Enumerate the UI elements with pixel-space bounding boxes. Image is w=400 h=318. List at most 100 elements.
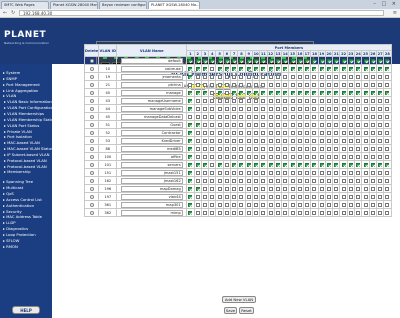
port-member-checkbox[interactable] (305, 122, 310, 127)
port-member-checkbox[interactable] (232, 122, 237, 127)
port-member-checkbox[interactable] (283, 186, 288, 191)
port-member-checkbox[interactable] (232, 98, 237, 103)
port-member-checkbox[interactable] (217, 82, 222, 87)
port-member-checkbox[interactable] (188, 178, 193, 183)
port-member-checkbox[interactable] (356, 194, 361, 199)
port-member-checkbox[interactable] (356, 210, 361, 215)
port-member-checkbox[interactable] (210, 202, 215, 207)
port-member-checkbox[interactable] (254, 130, 259, 135)
port-member-checkbox[interactable] (239, 146, 244, 151)
port-member-checkbox[interactable] (385, 162, 390, 167)
port-member-checkbox[interactable] (217, 146, 222, 151)
port-member-checkbox[interactable] (224, 66, 229, 71)
port-member-checkbox[interactable] (341, 98, 346, 103)
sidebar-item[interactable]: ▸ VLAN Membership Status (4, 117, 55, 122)
port-member-checkbox[interactable] (232, 154, 237, 159)
port-member-checkbox[interactable] (334, 114, 339, 119)
delete-checkbox[interactable] (89, 162, 94, 167)
vlan-name-input[interactable]: manageUsername (120, 97, 183, 104)
port-member-checkbox[interactable] (275, 186, 280, 191)
port-member-checkbox[interactable] (319, 66, 324, 71)
port-member-checkbox[interactable] (268, 154, 273, 159)
port-member-checkbox[interactable] (268, 178, 273, 183)
port-member-checkbox[interactable] (312, 154, 317, 159)
port-member-checkbox[interactable] (210, 146, 215, 151)
port-member-checkbox[interactable] (378, 186, 383, 191)
port-member-checkbox[interactable] (385, 194, 390, 199)
port-member-checkbox[interactable] (275, 74, 280, 79)
vlan-name-input[interactable]: Jmast162 (120, 177, 183, 184)
port-member-checkbox[interactable] (283, 106, 288, 111)
delete-checkbox[interactable] (89, 154, 94, 159)
port-member-checkbox[interactable] (254, 178, 259, 183)
port-member-checkbox[interactable] (210, 178, 215, 183)
port-member-checkbox[interactable] (290, 186, 295, 191)
vlan-name-input[interactable]: mapDomag (120, 185, 183, 192)
port-member-checkbox[interactable] (232, 210, 237, 215)
port-member-checkbox[interactable] (334, 106, 339, 111)
port-member-checkbox[interactable] (385, 154, 390, 159)
port-member-checkbox[interactable] (188, 58, 193, 63)
port-member-checkbox[interactable] (224, 202, 229, 207)
port-member-checkbox[interactable] (370, 122, 375, 127)
port-member-checkbox[interactable] (385, 202, 390, 207)
port-member-checkbox[interactable] (254, 106, 259, 111)
sidebar-item[interactable]: ▸ System (3, 70, 20, 75)
port-member-checkbox[interactable] (217, 154, 222, 159)
browser-tab-active[interactable]: PLANET XGSW-28040 Ma... (148, 1, 200, 9)
port-member-checkbox[interactable] (341, 170, 346, 175)
port-member-checkbox[interactable] (202, 122, 207, 127)
delete-checkbox[interactable] (89, 74, 94, 79)
port-member-checkbox[interactable] (283, 66, 288, 71)
port-member-checkbox[interactable] (363, 154, 368, 159)
port-member-checkbox[interactable] (202, 82, 207, 87)
port-member-checkbox[interactable] (217, 178, 222, 183)
port-member-checkbox[interactable] (370, 98, 375, 103)
sidebar-item[interactable]: ▸ Multicast (3, 185, 23, 190)
port-member-checkbox[interactable] (348, 58, 353, 63)
port-member-checkbox[interactable] (275, 138, 280, 143)
port-member-checkbox[interactable] (210, 154, 215, 159)
port-member-checkbox[interactable] (283, 202, 288, 207)
port-member-checkbox[interactable] (363, 114, 368, 119)
sidebar-item[interactable]: ▸ Membership (4, 169, 31, 174)
port-member-checkbox[interactable] (348, 130, 353, 135)
port-member-checkbox[interactable] (370, 58, 375, 63)
port-member-checkbox[interactable] (290, 58, 295, 63)
port-member-checkbox[interactable] (268, 194, 273, 199)
port-member-checkbox[interactable] (370, 114, 375, 119)
port-member-checkbox[interactable] (327, 202, 332, 207)
sidebar-item[interactable]: ▸ Authentication (3, 203, 34, 208)
port-member-checkbox[interactable] (319, 106, 324, 111)
port-member-checkbox[interactable] (195, 146, 200, 151)
port-member-checkbox[interactable] (246, 170, 251, 175)
port-member-checkbox[interactable] (356, 98, 361, 103)
sidebar-item[interactable]: ▸ Diagnostics (3, 226, 28, 231)
port-member-checkbox[interactable] (246, 138, 251, 143)
sidebar-item[interactable]: ▸ VLAN Basic Information (4, 99, 52, 104)
port-member-checkbox[interactable] (385, 130, 390, 135)
port-member-checkbox[interactable] (268, 210, 273, 215)
port-member-checkbox[interactable] (246, 146, 251, 151)
port-member-checkbox[interactable] (305, 170, 310, 175)
port-member-checkbox[interactable] (363, 202, 368, 207)
port-member-checkbox[interactable] (283, 146, 288, 151)
port-member-checkbox[interactable] (195, 82, 200, 87)
sidebar-item[interactable]: ▸ Spanning Tree (3, 179, 33, 184)
port-member-checkbox[interactable] (188, 210, 193, 215)
port-member-checkbox[interactable] (239, 170, 244, 175)
port-member-checkbox[interactable] (210, 162, 215, 167)
port-member-checkbox[interactable] (378, 154, 383, 159)
port-member-checkbox[interactable] (283, 130, 288, 135)
port-member-checkbox[interactable] (195, 74, 200, 79)
port-member-checkbox[interactable] (305, 178, 310, 183)
sidebar-item[interactable]: ▸ Security (3, 209, 22, 214)
port-member-checkbox[interactable] (246, 210, 251, 215)
port-member-checkbox[interactable] (319, 82, 324, 87)
menu-icon[interactable]: ≡ (393, 10, 397, 16)
port-member-checkbox[interactable] (319, 154, 324, 159)
port-member-checkbox[interactable] (239, 202, 244, 207)
port-member-checkbox[interactable] (297, 130, 302, 135)
port-member-checkbox[interactable] (232, 114, 237, 119)
port-member-checkbox[interactable] (370, 186, 375, 191)
